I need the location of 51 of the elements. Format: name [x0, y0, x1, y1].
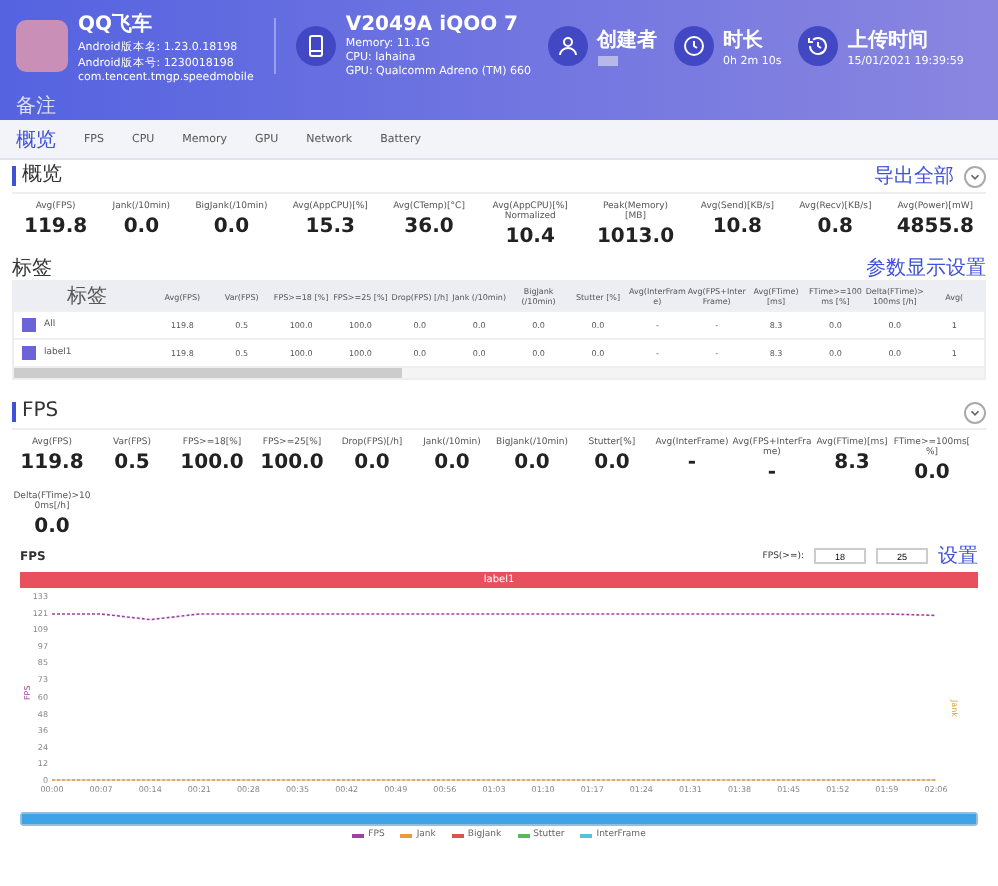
metric-value: 10.4 — [505, 226, 555, 248]
metric-value: 8.3 — [834, 452, 870, 474]
metric-value: 0.0 — [434, 452, 470, 474]
metric-value: 15.3 — [305, 216, 355, 238]
settings-link[interactable]: 参数显示设置 — [866, 254, 986, 282]
metric-value: 10.8 — [712, 216, 763, 238]
metric-value: 1013.0 — [596, 226, 675, 248]
chevron-down-icon — [968, 405, 982, 419]
stat-label: 时长 — [723, 27, 766, 53]
column-header: 标签 — [65, 283, 110, 310]
table-title: 标签 — [12, 255, 52, 282]
metric-value: 0.5 — [114, 452, 150, 474]
stat-label: 创建者 — [597, 27, 658, 54]
collapse-button[interactable] — [964, 401, 986, 423]
section-title: 概览 — [12, 166, 62, 186]
checkbox[interactable] — [22, 346, 36, 360]
note-label: 备注 — [16, 93, 56, 120]
creator-placeholder — [597, 56, 618, 66]
person-icon — [555, 34, 580, 58]
metric-value: 119.8 — [24, 216, 88, 238]
metric-value: 119.8 — [20, 452, 84, 474]
phone-icon — [303, 34, 328, 58]
metric-value: 0.0 — [213, 216, 250, 238]
metric-value: 100.0 — [180, 452, 244, 474]
checkbox[interactable] — [22, 318, 36, 332]
metric-value: - — [687, 452, 697, 474]
device-model: V2049A iQOO 7 — [345, 14, 521, 36]
tab[interactable]: 概览 — [16, 125, 56, 153]
metric-value: 0.8 — [817, 216, 854, 238]
clock-icon — [681, 34, 706, 58]
metric-value: 0.0 — [34, 516, 70, 538]
set-button[interactable]: 设置 — [938, 542, 978, 570]
metric-value: 0.0 — [914, 462, 950, 484]
history-icon — [805, 34, 830, 58]
metric-value: 4855.8 — [896, 216, 974, 238]
metric-value: 0.0 — [354, 452, 390, 474]
export-link[interactable]: 导出全部 — [874, 162, 954, 190]
app-name: QQ飞车 — [78, 10, 155, 37]
metric-value: 36.0 — [404, 216, 454, 238]
chevron-down-icon — [968, 169, 982, 183]
metric-value: 0.0 — [594, 452, 630, 474]
metric-value: 100.0 — [260, 452, 324, 474]
stat-label: 上传时间 — [847, 27, 930, 53]
collapse-button[interactable] — [964, 165, 986, 187]
metric-value: - — [767, 462, 777, 484]
section-title: FPS — [12, 402, 59, 422]
range-slider[interactable] — [20, 812, 978, 826]
metric-value: 0.0 — [123, 216, 160, 238]
horizontal-scrollbar[interactable] — [14, 368, 984, 378]
app-icon — [16, 20, 68, 72]
metric-value: 0.0 — [514, 452, 550, 474]
